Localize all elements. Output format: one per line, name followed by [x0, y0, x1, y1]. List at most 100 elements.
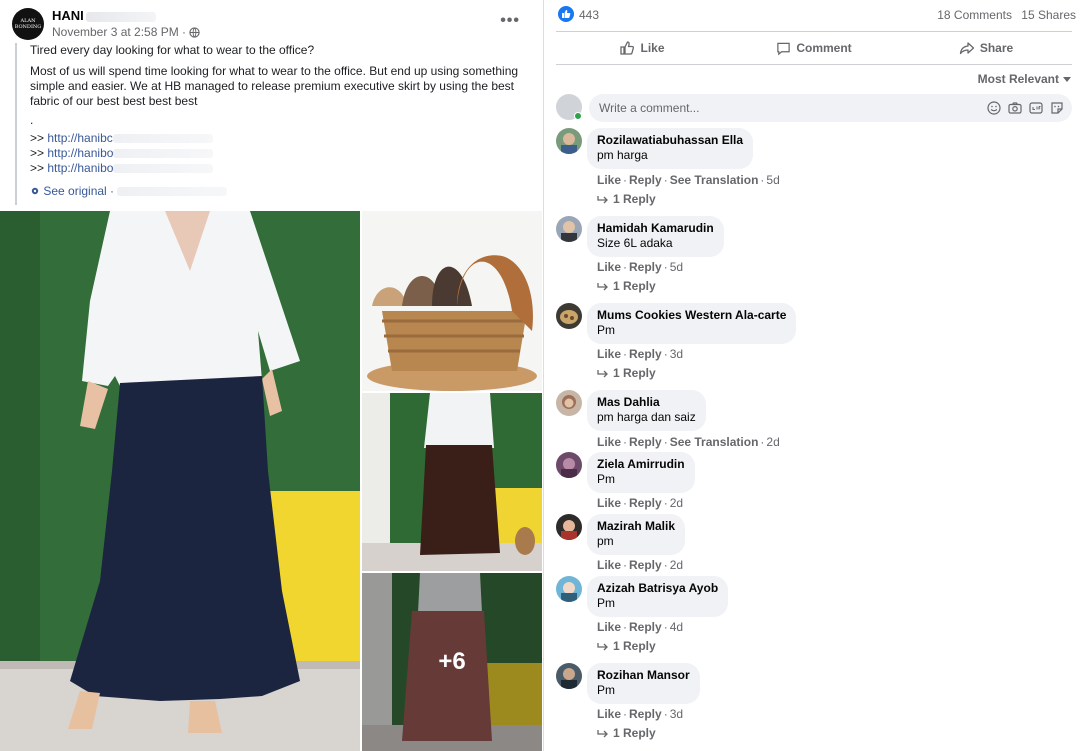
post-link[interactable]: http://hanibc	[47, 131, 112, 145]
like-button[interactable]: Like	[556, 32, 728, 64]
link-prefix: >>	[30, 131, 45, 145]
comment-bubble: Hamidah Kamarudin Size 6L adaka	[587, 216, 724, 257]
comment-time[interactable]: 2d	[670, 558, 683, 572]
post-header: ALAN BONDING HANI November 3 at 2:58 PM …	[12, 8, 532, 44]
commenter-avatar[interactable]	[556, 576, 582, 602]
share-count[interactable]: 15 Shares	[1021, 8, 1076, 22]
commenter-avatar[interactable]	[556, 128, 582, 154]
commenter-name[interactable]: Ziela Amirrudin	[597, 457, 685, 472]
page-avatar[interactable]: ALAN BONDING	[12, 8, 44, 40]
post-timestamp[interactable]: November 3 at 2:58 PM ·	[52, 25, 186, 39]
share-label: Share	[979, 41, 1014, 55]
comment-label: Comment	[796, 41, 852, 55]
sort-comments-dropdown[interactable]: Most Relevant	[978, 72, 1071, 86]
blurred-source	[117, 187, 228, 197]
see-original-link[interactable]: See original ·	[30, 184, 529, 199]
commenter-avatar[interactable]	[556, 390, 582, 416]
comment-like-button[interactable]: Like	[597, 347, 621, 361]
comment-reply-button[interactable]: Reply	[629, 707, 662, 721]
comment-bubble: Mas Dahlia pm harga dan saiz	[587, 390, 706, 431]
comment-like-button[interactable]: Like	[597, 435, 621, 449]
composer-icons	[987, 101, 1064, 115]
comment-like-button[interactable]: Like	[597, 707, 621, 721]
comment-time[interactable]: 5d	[670, 260, 683, 274]
post-dot: .	[30, 113, 34, 127]
view-replies-button[interactable]: 1 Reply	[597, 192, 656, 206]
comment-bubble: Rozilawatiabuhassan Ella pm harga	[587, 128, 754, 169]
commenter-avatar[interactable]	[556, 514, 582, 540]
comment-reply-button[interactable]: Reply	[629, 435, 662, 449]
post-actions-bar: Like Comment Share	[556, 31, 1072, 65]
comment-button[interactable]: Comment	[728, 32, 900, 64]
commenter-avatar[interactable]	[556, 452, 582, 478]
more-options-button[interactable]: •••	[500, 12, 520, 30]
post-photo-fabrics[interactable]	[362, 211, 542, 391]
caret-down-icon	[1063, 77, 1071, 82]
globe-icon	[189, 27, 201, 41]
view-replies-button[interactable]: 1 Reply	[597, 366, 656, 380]
comment-bubble: Mums Cookies Western Ala-carte Pm	[587, 303, 797, 344]
commenter-name[interactable]: Mas Dahlia	[597, 395, 696, 410]
comment-like-button[interactable]: Like	[597, 558, 621, 572]
gif-icon[interactable]	[1029, 101, 1043, 115]
reply-arrow-icon	[597, 196, 608, 204]
commenter-name[interactable]: Mums Cookies Western Ala-carte	[597, 308, 786, 323]
comment-actions: Like · Reply · See Translation · 2d	[597, 435, 780, 449]
link-prefix: >>	[30, 146, 45, 160]
commenter-name[interactable]: Mazirah Malik	[597, 519, 675, 534]
comment-time[interactable]: 4d	[670, 620, 683, 634]
gear-icon	[31, 187, 39, 195]
commenter-name[interactable]: Hamidah Kamarudin	[597, 221, 714, 236]
commenter-avatar[interactable]	[556, 216, 582, 242]
comment-like-button[interactable]: Like	[597, 496, 621, 510]
author-name[interactable]: HANI	[52, 8, 156, 23]
comment-text: Pm	[597, 596, 615, 610]
blurred-link	[112, 134, 213, 144]
comment-reply-button[interactable]: Reply	[629, 260, 662, 274]
comment-time[interactable]: 5d	[766, 173, 779, 187]
comment-reply-button[interactable]: Reply	[629, 173, 662, 187]
post-link-1: >> http://hanibc	[30, 131, 529, 146]
commenter-name[interactable]: Rozilawatiabuhassan Ella	[597, 133, 743, 148]
comment-time[interactable]: 3d	[670, 707, 683, 721]
reaction-count[interactable]: 443	[579, 8, 599, 22]
post-photo-brown-skirt[interactable]	[362, 393, 542, 571]
commenter-avatar[interactable]	[556, 303, 582, 329]
comment-time[interactable]: 2d	[670, 496, 683, 510]
comment-time[interactable]: 3d	[670, 347, 683, 361]
post-photo-more[interactable]: +6	[362, 573, 542, 751]
view-replies-button[interactable]: 1 Reply	[597, 279, 656, 293]
view-replies-button[interactable]: 1 Reply	[597, 639, 656, 653]
comment-reply-button[interactable]: Reply	[629, 558, 662, 572]
share-icon	[959, 42, 974, 55]
comment-count[interactable]: 18 Comments	[937, 8, 1012, 22]
comment-like-button[interactable]: Like	[597, 173, 621, 187]
post-link[interactable]: http://hanibo	[47, 161, 113, 175]
comment-time[interactable]: 2d	[766, 435, 779, 449]
share-button[interactable]: Share	[900, 32, 1072, 64]
blurred-name	[85, 11, 156, 22]
emoji-icon[interactable]	[987, 101, 1001, 115]
see-translation-button[interactable]: See Translation	[670, 173, 759, 187]
comment-bubble: Mazirah Malik pm	[587, 514, 686, 555]
post-photo-main[interactable]	[0, 211, 360, 751]
like-reaction-icon[interactable]	[558, 6, 574, 22]
commenter-avatar[interactable]	[556, 663, 582, 689]
comment-reply-button[interactable]: Reply	[629, 620, 662, 634]
comment-reply-button[interactable]: Reply	[629, 347, 662, 361]
comment-text: pm harga dan saiz	[597, 410, 696, 424]
view-replies-button[interactable]: 1 Reply	[597, 726, 656, 740]
blurred-link	[113, 149, 214, 159]
post-link[interactable]: http://hanibo	[47, 146, 113, 160]
camera-icon[interactable]	[1008, 101, 1022, 115]
reply-arrow-icon	[597, 730, 608, 738]
commenter-name[interactable]: Azizah Batrisya Ayob	[597, 581, 718, 596]
comment-like-button[interactable]: Like	[597, 620, 621, 634]
post-card: ALAN BONDING HANI November 3 at 2:58 PM …	[0, 0, 544, 751]
see-translation-button[interactable]: See Translation	[670, 435, 759, 449]
commenter-name[interactable]: Rozihan Mansor	[597, 668, 690, 683]
post-meta: November 3 at 2:58 PM ·	[52, 25, 201, 41]
comment-reply-button[interactable]: Reply	[629, 496, 662, 510]
sticker-icon[interactable]	[1050, 101, 1064, 115]
comment-like-button[interactable]: Like	[597, 260, 621, 274]
